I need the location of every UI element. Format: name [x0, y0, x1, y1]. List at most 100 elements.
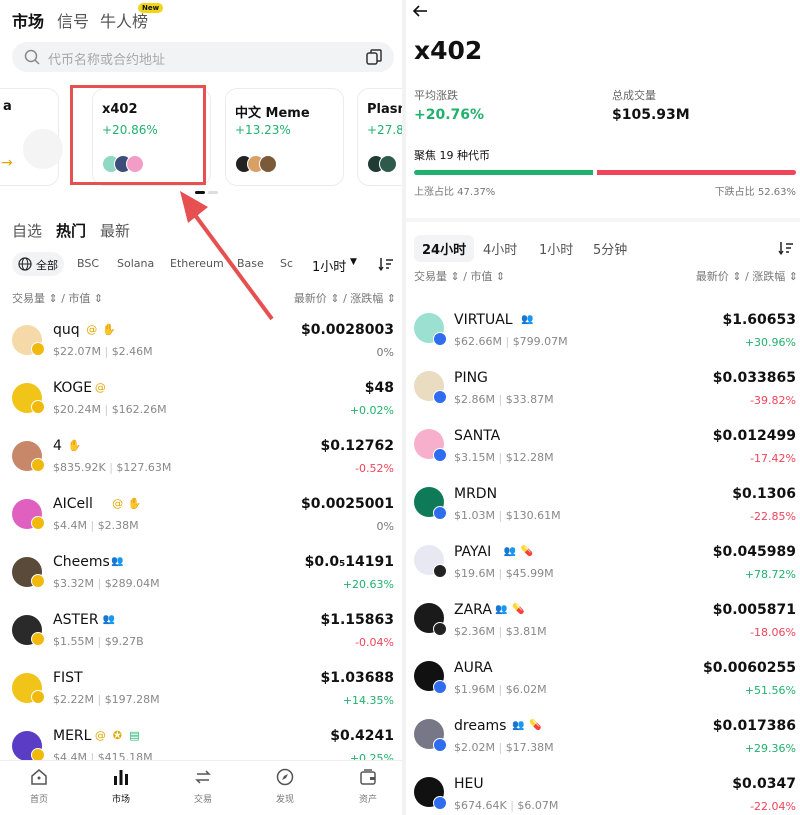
- token-row[interactable]: HEU $674.64K | $6.07M $0.0347 -22.04%: [406, 771, 800, 815]
- token-mcap: $2.46M: [111, 345, 153, 358]
- card-watermark: [23, 129, 63, 169]
- chain-filter-solana[interactable]: Solana: [117, 257, 154, 270]
- separator: |: [105, 461, 117, 474]
- volume-mcap: $19.6M | $45.99M: [454, 567, 554, 580]
- token-change: +14.35%: [342, 694, 394, 707]
- nav-assets[interactable]: 资产: [343, 768, 393, 805]
- token-mcap: $2.38M: [97, 519, 139, 532]
- sort-icon[interactable]: [378, 256, 394, 272]
- nav-trade[interactable]: 交易: [178, 768, 228, 805]
- token-name: AURA: [454, 660, 493, 676]
- token-row[interactable]: quq @ ✋ $22.07M | $2.46M $0.0028003 0%: [0, 317, 402, 375]
- column-header-price[interactable]: 最新价 ⇕ / 涨跌幅 ⇕: [696, 268, 798, 284]
- chain-filter-more[interactable]: Sc: [280, 257, 293, 270]
- bar-chart-icon: [114, 770, 128, 785]
- token-row[interactable]: KOGE @ $20.24M | $162.26M $48 +0.02%: [0, 375, 402, 433]
- token-volume: $3.32M: [53, 577, 94, 590]
- column-header-volume[interactable]: 交易量 ⇕ / 市值 ⇕: [414, 268, 505, 284]
- separator: |: [100, 403, 112, 416]
- sector-card-plasma[interactable]: Plasm +27.8: [357, 88, 402, 186]
- token-price: $0.12762: [320, 438, 394, 454]
- chain-badge-icon: [31, 632, 45, 646]
- copy-icon[interactable]: [366, 49, 382, 65]
- tab-hot[interactable]: 热门: [56, 220, 86, 241]
- token-volume: $2.86M: [454, 393, 495, 406]
- sector-card-partial[interactable]: a →: [0, 88, 63, 186]
- token-name: VIRTUAL: [454, 312, 513, 328]
- token-price: $0.0028003: [301, 322, 394, 338]
- token-row[interactable]: PAYAI 👥 💊 $19.6M | $45.99M $0.045989 +78.72%: [406, 539, 800, 597]
- token-row[interactable]: SANTA $3.15M | $12.28M $0.012499 -17.42%: [406, 423, 800, 481]
- mention-icon: @: [112, 497, 124, 510]
- volume-mcap: $3.32M | $289.04M: [53, 577, 160, 590]
- volume-mcap: $1.96M | $6.02M: [454, 683, 547, 696]
- tab-1h[interactable]: 1小时: [539, 239, 573, 258]
- chain-badge-icon: [31, 342, 45, 356]
- tab-market[interactable]: 市场: [12, 8, 44, 32]
- token-row[interactable]: AICell @ ✋ $4.4M | $2.38M $0.0025001 0%: [0, 491, 402, 549]
- separator: |: [93, 577, 105, 590]
- token-mcap: $45.99M: [505, 567, 554, 580]
- up-ratio-label: 上涨占比 47.37%: [414, 187, 496, 198]
- token-row[interactable]: MRDN $1.03M | $130.61M $0.1306 -22.85%: [406, 481, 800, 539]
- token-row[interactable]: VIRTUAL 👥 $62.66M | $799.07M $1.60653 +30.96…: [406, 307, 800, 365]
- token-price: $1.03688: [320, 670, 394, 686]
- up-down-ratio-bar: [414, 170, 796, 175]
- separator: |: [494, 451, 506, 464]
- separator: |: [494, 741, 506, 754]
- token-name: HEU: [454, 776, 484, 792]
- token-row[interactable]: PING $2.86M | $33.87M $0.033865 -39.82%: [406, 365, 800, 423]
- token-name: ASTER: [53, 612, 99, 628]
- tab-5m[interactable]: 5分钟: [593, 239, 627, 258]
- token-volume: $4.4M: [53, 519, 87, 532]
- section-divider: [406, 218, 800, 222]
- coin-avatar: [259, 155, 277, 173]
- token-row[interactable]: 4 ✋ $835.92K | $127.63M $0.12762 -0.52%: [0, 433, 402, 491]
- chain-filter-all[interactable]: 全部: [12, 252, 64, 276]
- nav-home[interactable]: 首页: [14, 768, 64, 805]
- chain-badge-icon: [433, 506, 447, 520]
- token-mcap: $130.61M: [505, 509, 561, 522]
- volume-label: 总成交量: [612, 89, 656, 102]
- search-bar[interactable]: 代币名称或合约地址: [12, 42, 394, 72]
- nav-market[interactable]: 市场: [96, 768, 146, 805]
- nav-discover[interactable]: 发现: [260, 768, 310, 805]
- sort-icon[interactable]: [778, 240, 794, 256]
- ratio-up-segment: [414, 170, 593, 175]
- hand-icon: ✋: [127, 497, 142, 510]
- token-row[interactable]: AURA $1.96M | $6.02M $0.0060255 +51.56%: [406, 655, 800, 713]
- volume-mcap: $20.24M | $162.26M: [53, 403, 167, 416]
- chevron-down-icon[interactable]: ▼: [350, 257, 357, 267]
- tab-newest[interactable]: 最新: [100, 220, 130, 241]
- token-row[interactable]: dreams 👥 💊 $2.02M | $17.38M $0.017386 +29.36%: [406, 713, 800, 771]
- column-header-price[interactable]: 最新价 ⇕ / 涨跌幅 ⇕: [294, 290, 396, 306]
- sector-card-chinese-meme[interactable]: 中文 Meme +13.23%: [225, 88, 344, 186]
- tab-signals[interactable]: 信号: [57, 8, 89, 32]
- chain-filter-bsc[interactable]: BSC: [77, 257, 99, 270]
- compass-icon: [276, 768, 294, 786]
- search-input[interactable]: 代币名称或合约地址: [48, 49, 165, 68]
- arrow-left-icon[interactable]: [412, 4, 428, 18]
- column-header-volume[interactable]: 交易量 ⇕ / 市值 ⇕: [12, 290, 103, 306]
- token-volume: $835.92K: [53, 461, 106, 474]
- swap-icon: [195, 770, 211, 784]
- chain-badge-icon: [31, 574, 45, 588]
- token-row[interactable]: ASTER 👥 $1.55M | $9.27B $1.15863 -0.04%: [0, 607, 402, 665]
- token-row[interactable]: ZARA 👥 💊 $2.36M | $3.81M $0.005871 -18.06%: [406, 597, 800, 655]
- token-volume: $674.64K: [454, 799, 507, 812]
- token-change: 0%: [376, 520, 394, 533]
- tab-4h[interactable]: 4小时: [483, 239, 517, 258]
- token-row[interactable]: FIST $2.22M | $197.28M $1.03688 +14.35%: [0, 665, 402, 723]
- chain-filter-ethereum[interactable]: Ethereum: [170, 257, 224, 270]
- tab-favorites[interactable]: 自选: [12, 220, 42, 241]
- tab-24h[interactable]: 24小时: [414, 235, 475, 262]
- token-mcap: $17.38M: [505, 741, 554, 754]
- highlight-box: [70, 85, 206, 185]
- token-volume: $2.02M: [454, 741, 495, 754]
- token-volume: $1.55M: [53, 635, 94, 648]
- chain-badge-icon: [433, 680, 447, 694]
- token-change: +0.02%: [349, 404, 394, 417]
- chain-filter-base[interactable]: Base: [237, 257, 264, 270]
- timeframe-select[interactable]: 1小时: [312, 256, 346, 275]
- token-row[interactable]: Cheems 👥 $3.32M | $289.04M $0.0₅14191 +20.63…: [0, 549, 402, 607]
